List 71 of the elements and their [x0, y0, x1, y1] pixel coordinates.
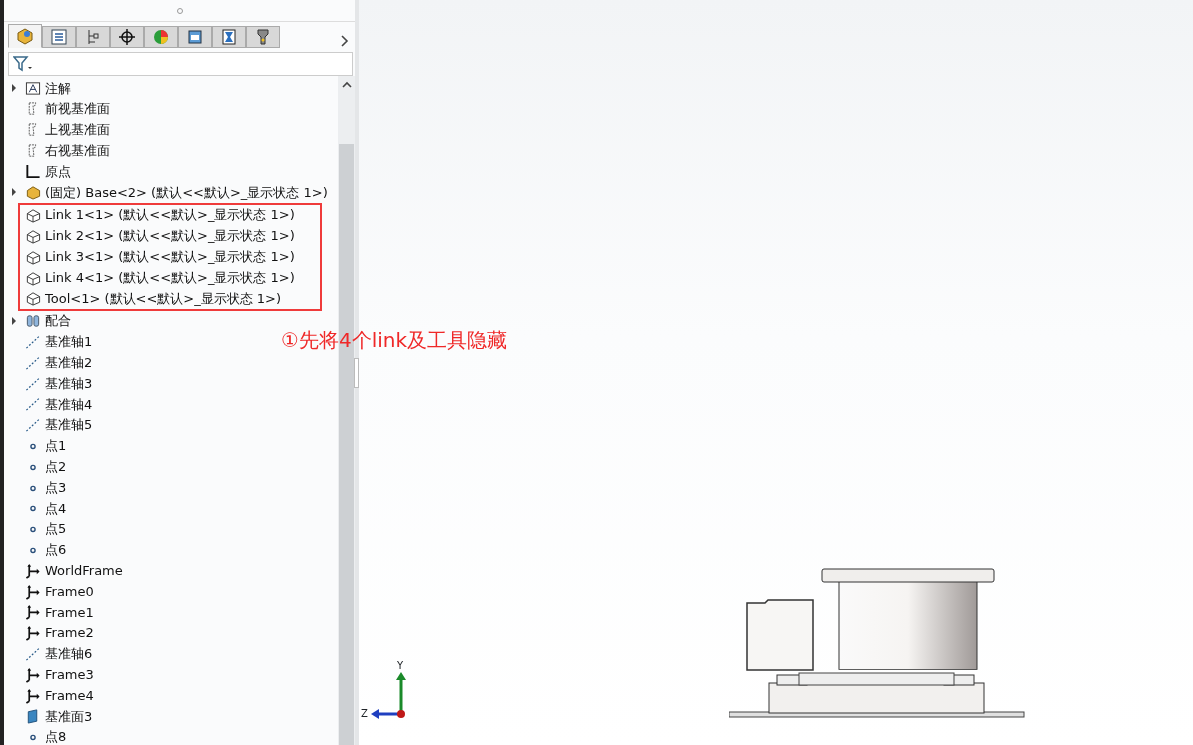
coordinate-frame-icon [24, 687, 42, 704]
coordinate-frame-icon [24, 625, 42, 642]
tree-item-label[interactable]: 配合 [45, 311, 71, 331]
tree-item-label[interactable]: 基准轴3 [45, 373, 93, 394]
coordinate-frame-icon [24, 583, 42, 600]
coordinate-frame-icon [24, 562, 42, 579]
tree-item-label[interactable]: Frame2 [45, 623, 94, 643]
axis-icon [24, 417, 42, 434]
filter-field[interactable] [8, 52, 353, 76]
axis-icon [24, 354, 42, 371]
expand-arrow-icon[interactable] [11, 84, 17, 93]
tree-item-label[interactable]: 点6 [45, 540, 67, 560]
axis-label: Z [361, 707, 368, 721]
tree-item-label[interactable]: (固定) Base<2> (默认<<默认>_显示状态 1>) [45, 182, 328, 203]
tree-item-label[interactable]: 基准轴4 [45, 394, 93, 415]
tree-item-label[interactable]: 点2 [45, 457, 67, 477]
axis-icon [24, 375, 42, 392]
scrollbar-thumb[interactable] [339, 144, 354, 745]
origin-icon [24, 163, 42, 180]
tree-item-label[interactable]: 点8 [45, 727, 67, 745]
tree-item-label[interactable]: WorldFrame [45, 560, 123, 581]
tree-item-label[interactable]: 注解 [45, 78, 71, 99]
panel-tab[interactable] [110, 26, 144, 48]
coordinate-frame-icon [24, 604, 42, 621]
tree-item-label[interactable]: Link 4<1> (默认<<默认>_显示状态 1>) [45, 267, 295, 288]
scroll-up-icon[interactable] [341, 80, 352, 88]
chevron-right-icon[interactable] [339, 34, 351, 48]
tree-item-label[interactable]: Frame0 [45, 581, 94, 602]
crosshair-icon [117, 28, 137, 46]
part-icon [24, 269, 42, 286]
tree-item-label[interactable]: 基准轴2 [45, 353, 93, 373]
callout-note: ①先将4个link及工具隐藏 [281, 327, 508, 354]
tree-item-label[interactable]: 基准轴5 [45, 415, 93, 435]
mates-icon [24, 313, 42, 330]
tree-item-label[interactable]: Frame4 [45, 685, 94, 706]
tree-item-label[interactable]: 前视基准面 [45, 99, 110, 119]
part-icon [24, 290, 42, 307]
expand-arrow-icon[interactable] [11, 188, 17, 197]
axis-icon [24, 333, 42, 350]
tree-item-label[interactable]: 点3 [45, 477, 67, 498]
tree-item-label[interactable]: 基准面3 [45, 706, 93, 727]
axis-icon [24, 645, 42, 662]
panel-tab[interactable] [178, 26, 212, 48]
tree-item-label[interactable]: Frame1 [45, 602, 94, 623]
tree-item-label[interactable]: 右视基准面 [45, 141, 110, 161]
tree-item-label[interactable]: 点4 [45, 498, 67, 519]
tree-item-label[interactable]: 点5 [45, 519, 67, 539]
part-icon [24, 248, 42, 265]
tree-item-label[interactable]: Link 2<1> (默认<<默认>_显示状态 1>) [45, 226, 295, 246]
tree-item-label[interactable]: 基准轴1 [45, 332, 93, 352]
tree-item-label[interactable]: Link 1<1> (默认<<默认>_显示状态 1>) [45, 205, 295, 225]
annotation-folder-icon [24, 80, 42, 97]
property-list-icon [49, 28, 69, 46]
tree-item-label[interactable]: 点1 [45, 436, 67, 456]
tree-item-label[interactable]: Tool<1> (默认<<默认>_显示状态 1>) [45, 288, 282, 309]
tree-item-label[interactable]: Frame3 [45, 664, 94, 685]
part-icon [24, 207, 42, 224]
coordinate-frame-icon [24, 666, 42, 683]
tree-item-label[interactable]: 上视基准面 [45, 120, 110, 140]
splitter-handle[interactable] [354, 357, 359, 388]
tree-item-label[interactable]: 基准轴6 [45, 644, 93, 664]
part-icon [24, 184, 42, 201]
tree-item-label[interactable]: 原点 [45, 161, 71, 182]
axis-icon [24, 396, 42, 413]
hourglass-icon [219, 28, 239, 46]
axis-label: Y [397, 659, 404, 673]
color-wheel-icon [151, 28, 171, 46]
tree-item-label[interactable]: Link 3<1> (默认<<默认>_显示状态 1>) [45, 247, 295, 267]
expand-arrow-icon[interactable] [11, 317, 17, 326]
part-icon [24, 227, 42, 244]
filter-icon[interactable] [13, 56, 33, 72]
